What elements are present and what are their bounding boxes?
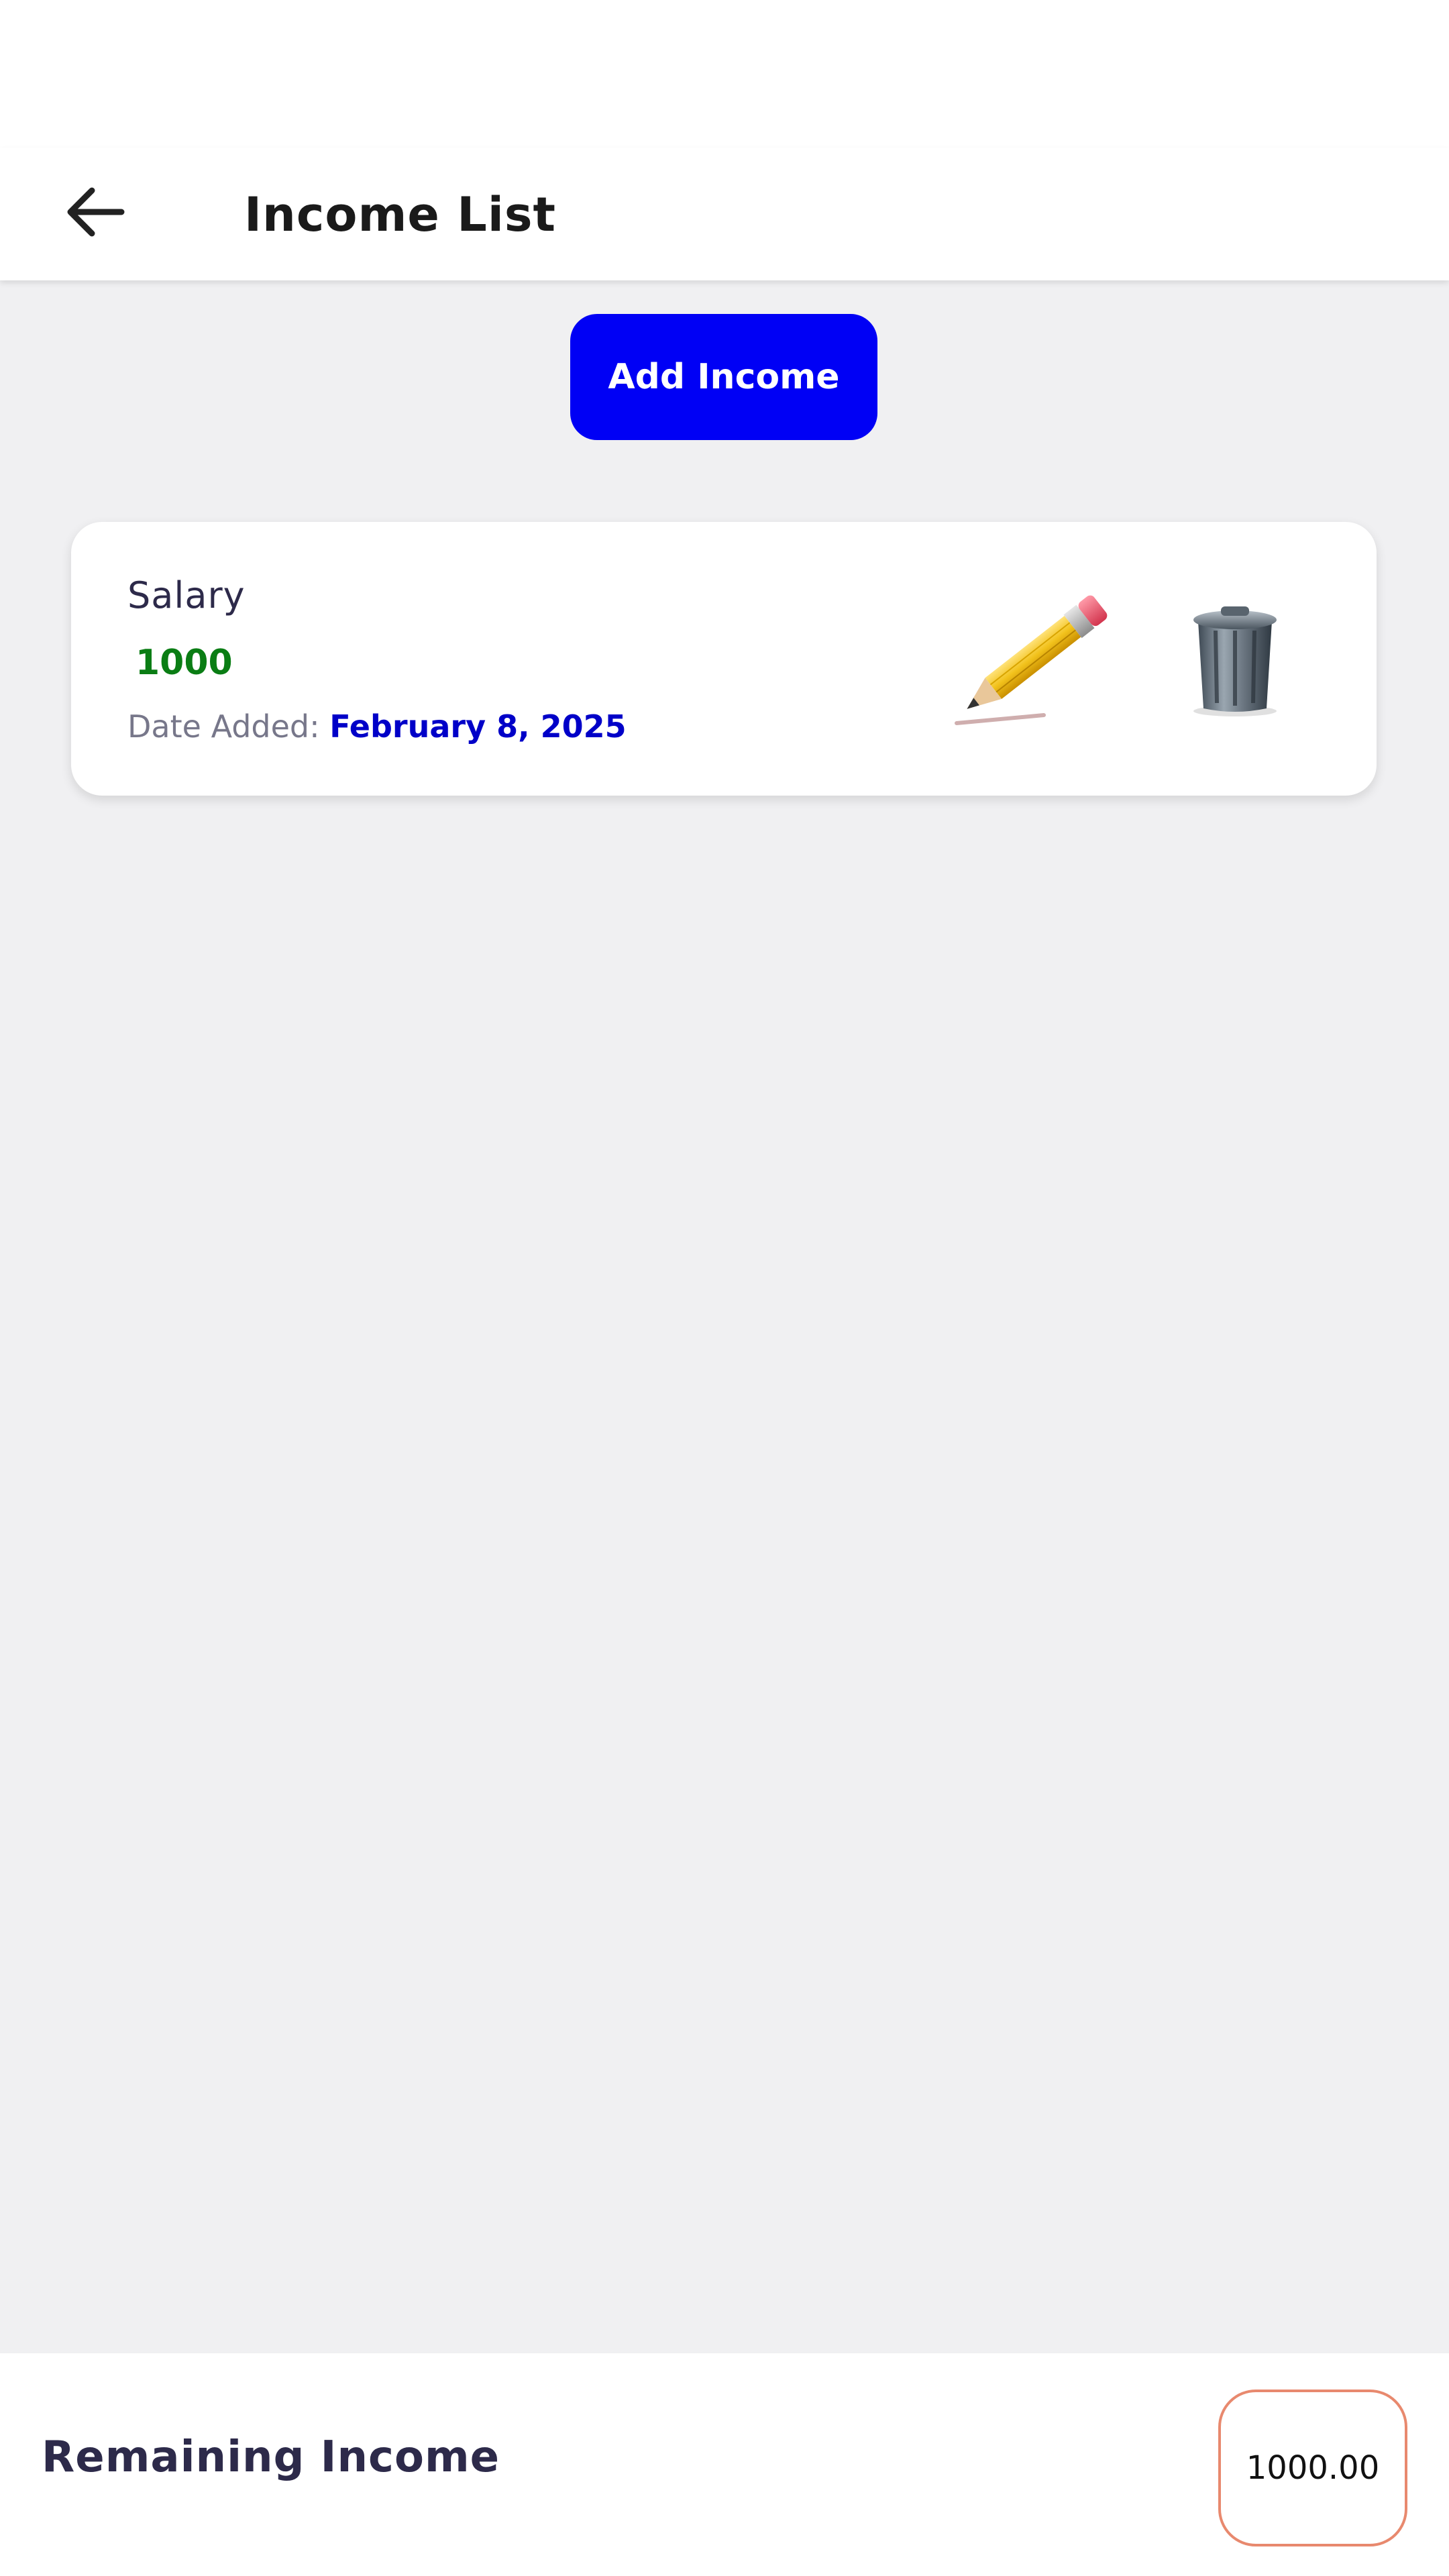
remaining-income-value: 1000.00 bbox=[1218, 2390, 1407, 2546]
income-name: Salary bbox=[127, 574, 246, 616]
edit-income-button[interactable] bbox=[936, 582, 1124, 737]
arrow-left-icon bbox=[67, 187, 125, 237]
page-title: Income List bbox=[244, 187, 556, 242]
trash-can-icon bbox=[1193, 606, 1277, 716]
date-added-label: Date Added: bbox=[127, 708, 320, 745]
back-button[interactable] bbox=[54, 170, 137, 254]
remaining-income-label: Remaining Income bbox=[42, 2432, 500, 2482]
pencil-icon bbox=[955, 595, 1108, 725]
delete-income-button[interactable] bbox=[1171, 596, 1299, 723]
income-date: Date Added: February 8, 2025 bbox=[127, 708, 627, 745]
date-added-value: February 8, 2025 bbox=[329, 708, 627, 745]
income-amount: 1000 bbox=[136, 643, 233, 683]
app-bar: Income List bbox=[0, 148, 1449, 280]
income-list-item: Salary 1000 Date Added: February 8, 2025 bbox=[71, 522, 1377, 796]
bottom-summary-bar: Remaining Income 1000.00 bbox=[0, 2353, 1449, 2576]
income-list-screen: Income List Add Income Salary 1000 Date … bbox=[0, 0, 1449, 2576]
add-income-button[interactable]: Add Income bbox=[570, 314, 877, 440]
status-bar bbox=[0, 0, 1449, 148]
